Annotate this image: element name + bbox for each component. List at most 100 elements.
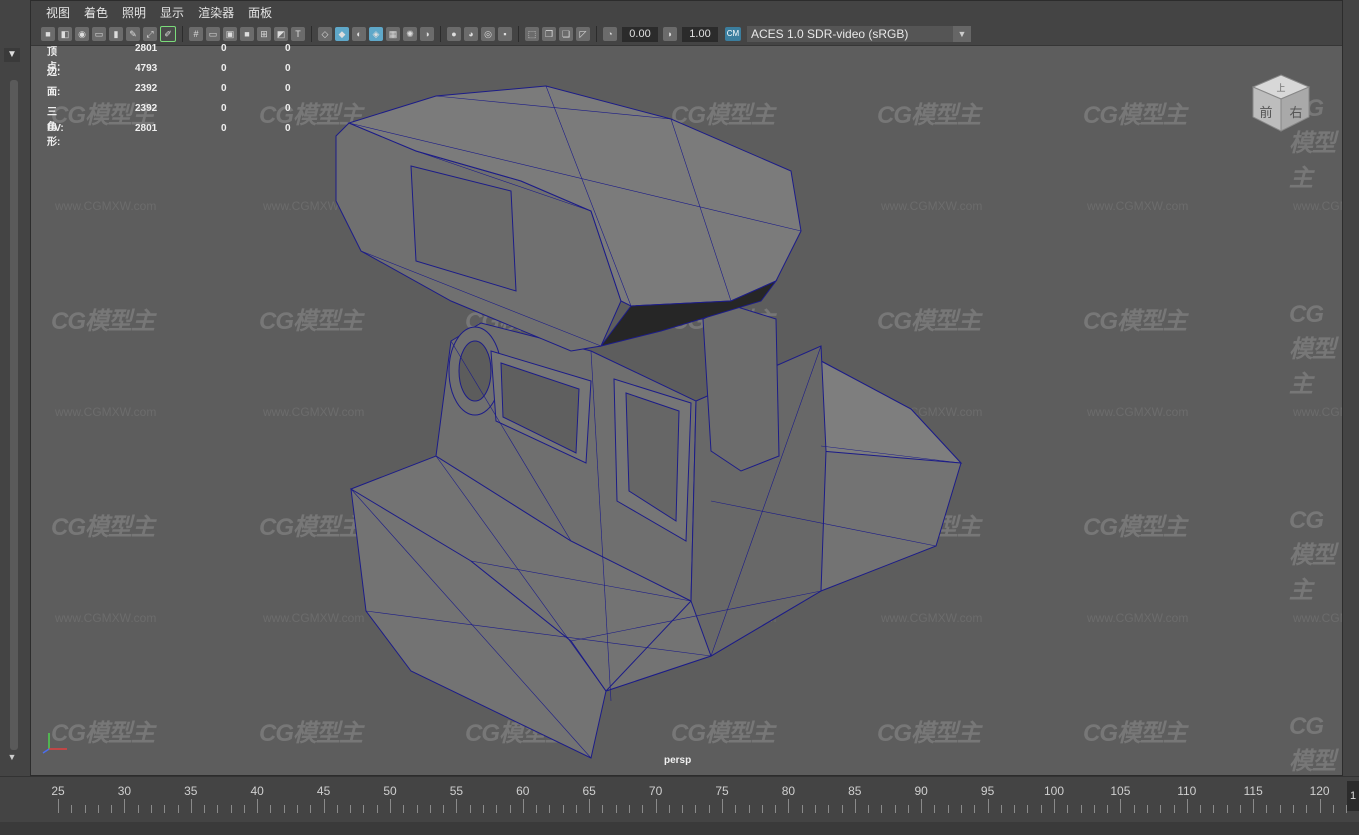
film-gate-icon[interactable]: ▭	[206, 27, 220, 41]
timeline-tick-label: 30	[117, 784, 132, 798]
timeline-tick-mark	[1133, 805, 1135, 813]
timeline-tick-mark	[522, 799, 524, 813]
timeline-tick-mark	[974, 805, 976, 813]
timeline-tick-label: 80	[781, 784, 796, 798]
timeline-tick-mark	[682, 805, 684, 813]
xray-icon[interactable]: ❐	[542, 27, 556, 41]
timeline-tick-mark	[1293, 805, 1295, 813]
timeline-tick-mark	[881, 805, 883, 813]
grease-pencil-icon[interactable]: ✎	[126, 27, 140, 41]
timeline-tick-mark	[801, 805, 803, 813]
select-camera-icon[interactable]: ■	[41, 27, 55, 41]
watermark-url: www.CGMXW.com	[55, 199, 157, 213]
watermark-url: www.CGMXW.com	[55, 611, 157, 625]
xray-active-components-icon[interactable]: ❏	[559, 27, 573, 41]
timeline-tick-mark	[482, 805, 484, 813]
isolate-select-icon[interactable]: ⬚	[525, 27, 539, 41]
timeline-tick-mark	[1107, 805, 1109, 813]
timeline-tick-label: 55	[449, 784, 464, 798]
timeline-tick-mark	[735, 805, 737, 813]
menu-lighting[interactable]: 照明	[115, 4, 153, 21]
watermark-logo: CG模型主	[1289, 301, 1336, 398]
screen-space-ao-icon[interactable]: ●	[447, 27, 461, 41]
safe-title-icon[interactable]: T	[291, 27, 305, 41]
safe-action-icon[interactable]: ◩	[274, 27, 288, 41]
watermark-url: www.CGMXW.com	[1293, 199, 1342, 213]
vertical-scrollbar[interactable]	[10, 80, 18, 750]
toolbar-divider	[440, 26, 441, 42]
menu-show[interactable]: 显示	[153, 4, 191, 21]
2d-pan-zoom-icon[interactable]: ⤢	[143, 27, 157, 41]
menu-panels[interactable]: 面板	[241, 4, 279, 21]
timeline-tick-mark	[1120, 799, 1122, 813]
hud-value-third: 0	[285, 123, 291, 134]
anti-aliasing-icon[interactable]: ◎	[481, 27, 495, 41]
watermark-url: www.CGMXW.com	[1087, 611, 1189, 625]
range-slider[interactable]	[0, 822, 1359, 835]
exposure-icon[interactable]: ◔	[603, 27, 617, 41]
timeline-tick-mark	[642, 805, 644, 813]
chevron-down-icon[interactable]: ▼	[953, 26, 971, 42]
bookmark-icon[interactable]: ▮	[109, 27, 123, 41]
menu-view[interactable]: 视图	[39, 4, 77, 21]
shadows-icon[interactable]: ◑	[420, 27, 434, 41]
motion-blur-icon[interactable]: ◕	[464, 27, 478, 41]
timeline-tick-label: 75	[715, 784, 729, 798]
hud-value-selected: 0	[221, 63, 227, 74]
image-plane-icon[interactable]: ▭	[92, 27, 106, 41]
hud-label: UV:	[47, 123, 64, 134]
camera-mesh[interactable]	[291, 61, 991, 776]
exposure-field[interactable]: 0.00	[622, 26, 658, 42]
timeline-tick-mark	[695, 805, 697, 813]
camera-attributes-icon[interactable]: ◧	[58, 27, 72, 41]
timeline-ruler[interactable]: 25 30 35 40 45 50 55 60 65 70 75 80 85 90 95 100 105 110 1…	[30, 777, 1348, 817]
color-management-icon[interactable]: CM	[725, 27, 741, 41]
timeline-tick-mark	[496, 805, 498, 813]
timeline-tick-mark	[204, 805, 206, 813]
camera-bookmark-icon[interactable]: ◉	[75, 27, 89, 41]
timeline-tick-label: 45	[316, 784, 331, 798]
hud-value-selected: 0	[221, 43, 227, 54]
resolution-gate-icon[interactable]: ▣	[223, 27, 237, 41]
hud-value-third: 0	[285, 43, 291, 54]
time-slider[interactable]: 25 30 35 40 45 50 55 60 65 70 75 80 85 90 95 100 105 110 1…	[0, 776, 1359, 823]
hud-value-total: 2801	[135, 123, 158, 134]
timeline-tick-mark	[961, 805, 963, 813]
wireframe-icon[interactable]: ◇	[318, 27, 332, 41]
xray-joints-icon[interactable]: ◸	[576, 27, 590, 41]
current-frame-field[interactable]: 1	[1347, 781, 1359, 811]
timeline-tick-mark	[429, 805, 431, 813]
timeline-tick-mark	[1160, 805, 1162, 813]
wireframe-on-shaded-icon[interactable]: ◈	[369, 27, 383, 41]
gamma-icon[interactable]: ◗	[663, 27, 677, 41]
timeline-tick-mark	[894, 805, 896, 813]
smooth-shade-icon[interactable]: ◆	[335, 27, 349, 41]
axis-gizmo	[42, 733, 67, 754]
timeline-tick-label: 40	[250, 784, 264, 798]
field-chart-icon[interactable]: ⊞	[257, 27, 271, 41]
pencil-icon[interactable]: ✐	[160, 26, 176, 42]
textured-icon[interactable]: ▦	[386, 27, 400, 41]
watermark-url: www.CGMXW.com	[1087, 199, 1189, 213]
hud-value-selected: 0	[221, 123, 227, 134]
watermark-url: www.CGMXW.com	[1087, 405, 1189, 419]
scroll-down-icon[interactable]: ▼	[4, 752, 20, 766]
watermark-logo: CG模型主	[1083, 514, 1187, 541]
gamma-field[interactable]: 1.00	[682, 26, 718, 42]
menu-shading[interactable]: 着色	[77, 4, 115, 21]
viewport-panel[interactable]: 视图 着色 照明 显示 渲染器 面板 ■ ◧ ◉ ▭ ▮ ✎ ⤢ ✐ # ▭ ▣…	[30, 0, 1343, 776]
depth-of-field-icon[interactable]: ▪	[498, 27, 512, 41]
view-transform-dropdown[interactable]: ACES 1.0 SDR-video (sRGB) ▼	[747, 26, 971, 42]
panel-menu-button[interactable]: ▼	[4, 48, 20, 62]
lights-icon[interactable]: ✺	[403, 27, 417, 41]
grid-icon[interactable]: #	[189, 27, 203, 41]
gate-mask-icon[interactable]: ■	[240, 27, 254, 41]
toolbar-divider	[596, 26, 597, 42]
menu-renderer[interactable]: 渲染器	[191, 4, 241, 21]
view-transform-value: ACES 1.0 SDR-video (sRGB)	[751, 27, 909, 41]
timeline-tick-mark	[297, 805, 299, 813]
hud-label: 面:	[47, 87, 61, 98]
default-material-icon[interactable]: ◐	[352, 27, 366, 41]
timeline-tick-mark	[111, 805, 113, 813]
viewcube[interactable]: 上 前 右	[1249, 71, 1313, 135]
